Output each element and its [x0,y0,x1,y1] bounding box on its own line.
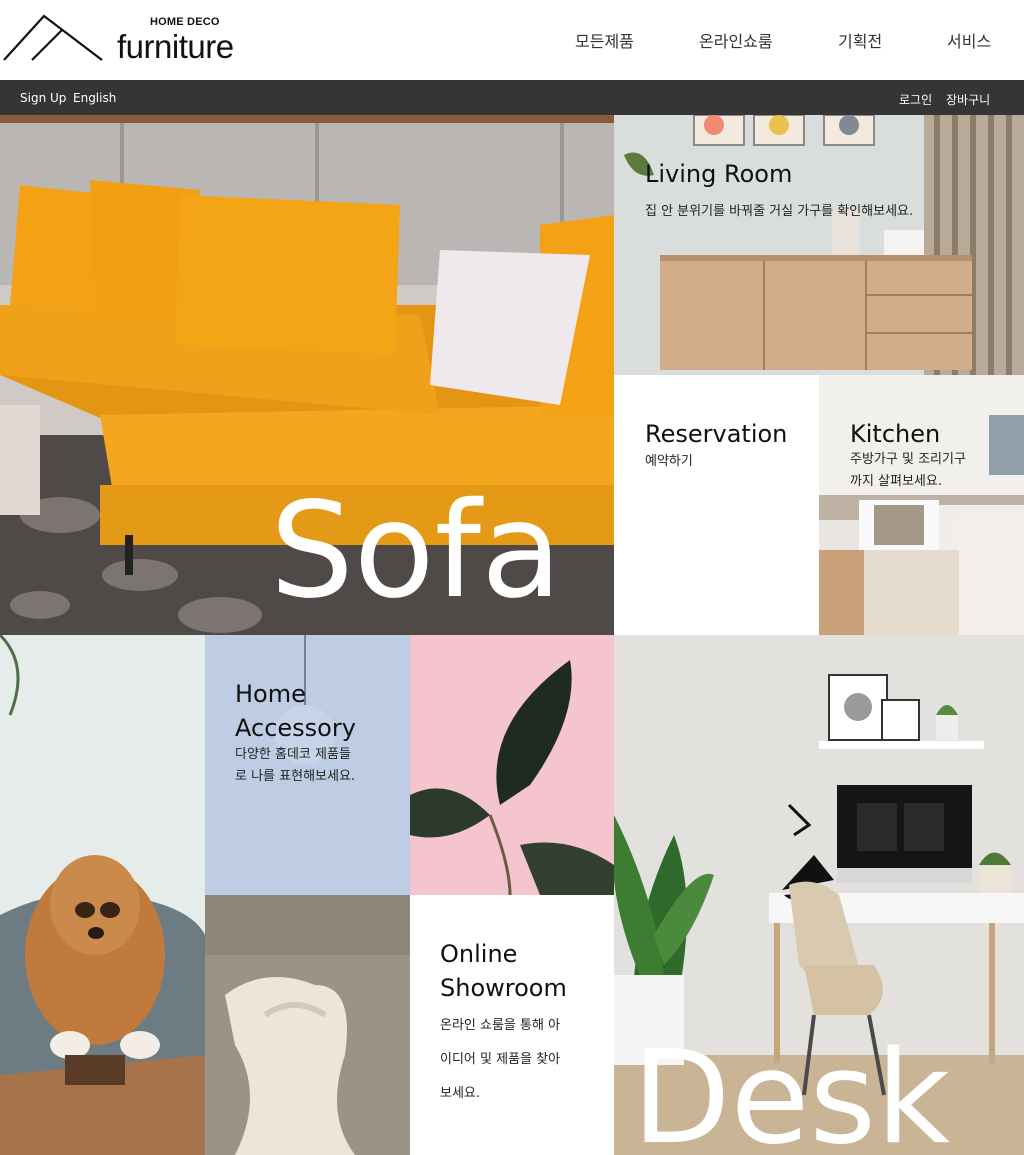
dog-tile[interactable] [0,635,205,1155]
accessory-desc-line2: 로 나를 표현해보세요. [235,769,356,784]
kitchen-desc-line1: 주방가구 및 조리기구 [850,452,966,467]
plant-photo [410,635,614,895]
cart-link[interactable]: 장바구니 [946,91,990,108]
reservation-desc: 예약하기 [645,454,693,469]
sofa-tile[interactable]: Sofa [0,115,614,635]
site-header: HOME DECO furniture 모든제품 온라인쇼룸 기획전 서비스 [0,0,1024,80]
nav-online-showroom[interactable]: 온라인쇼룸 [699,28,773,52]
english-link[interactable]: English [73,91,116,105]
accessory-title-line2: Accessory [235,714,356,742]
logo-title[interactable]: furniture [117,28,234,66]
desk-tile[interactable]: Desk [614,635,1024,1155]
chair-photo [205,895,410,1155]
showroom-desc-line1: 온라인 쇼룸을 통해 아 [440,1018,561,1033]
logo-subtitle[interactable]: HOME DECO [150,16,220,28]
accessory-title-line1: Home [235,680,306,708]
online-showroom-tile[interactable]: Online Showroom 온라인 쇼룸을 통해 아 이디어 및 제품을 찾… [410,895,614,1155]
kitchen-photo [819,375,1024,635]
plant-tile[interactable] [410,635,614,895]
signup-link[interactable]: Sign Up [20,91,66,105]
nav-service[interactable]: 서비스 [947,28,991,52]
sofa-label: Sofa [270,474,562,628]
kitchen-title: Kitchen [850,420,941,448]
showroom-title-line2: Showroom [440,974,567,1002]
nav-exhibition[interactable]: 기획전 [838,28,882,52]
home-accessory-tile[interactable]: Home Accessory 다양한 홈데코 제품들 로 나를 표현해보세요. [205,635,410,895]
reservation-tile[interactable]: Reservation 예약하기 [614,375,819,635]
utility-bar: Sign Up English 로그인 장바구니 [0,80,1024,115]
kitchen-desc-line2: 까지 살펴보세요. [850,474,942,489]
kitchen-tile[interactable]: Kitchen 주방가구 및 조리기구 까지 살펴보세요. [819,375,1024,635]
showroom-desc-line3: 보세요. [440,1086,481,1101]
nav-all-products[interactable]: 모든제품 [575,28,634,52]
chair-tile[interactable] [205,895,410,1155]
dog-photo [0,635,205,1155]
living-room-desc: 집 안 분위기를 바꿔줄 거실 가구를 확인해보세요. [645,204,914,219]
accessory-photo [205,635,410,895]
living-room-title: Living Room [645,160,793,188]
reservation-title: Reservation [645,420,788,448]
accessory-desc-line1: 다양한 홈데코 제품들 [235,747,351,762]
living-room-photo [614,115,1024,375]
desk-label: Desk [632,1024,951,1155]
login-link[interactable]: 로그인 [899,91,932,108]
living-room-tile[interactable]: Living Room 집 안 분위기를 바꿔줄 거실 가구를 확인해보세요. [614,115,1024,375]
roof-logo-icon[interactable] [2,10,106,64]
showroom-title-line1: Online [440,940,518,968]
showroom-desc-line2: 이디어 및 제품을 찾아 [440,1052,561,1067]
